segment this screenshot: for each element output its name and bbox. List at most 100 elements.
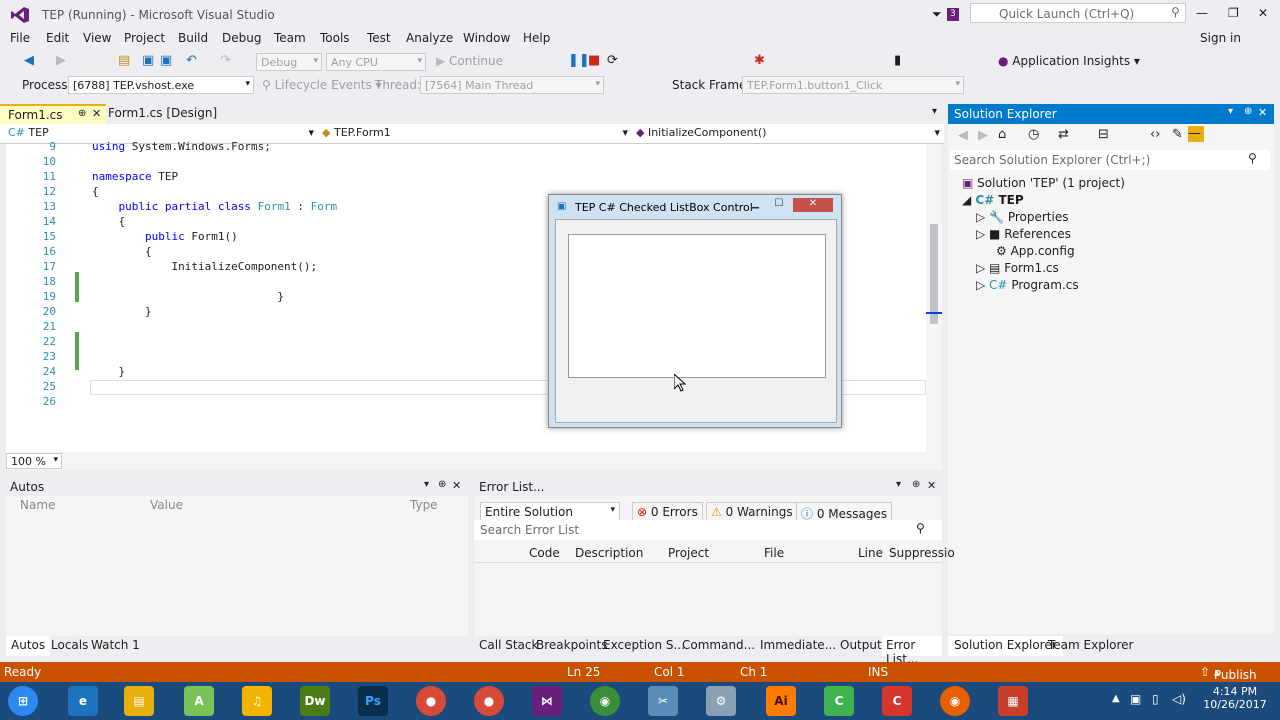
menu-file[interactable]: File [10, 31, 30, 45]
pin-icon[interactable]: ⊕ [1244, 106, 1252, 117]
close-icon[interactable]: ✕ [452, 479, 461, 492]
code-line[interactable]: InitializeComponent(); [92, 260, 317, 273]
form1-cs-node[interactable]: ▷ ▤ Form1.cs [976, 261, 1059, 275]
code-line[interactable]: { [92, 245, 152, 258]
code-line[interactable]: public partial class Form1 : Form [92, 200, 338, 213]
tab-locals[interactable]: Locals [51, 638, 88, 652]
menu-team[interactable]: Team [274, 31, 306, 45]
tray-app-icon[interactable]: ▣ [1130, 692, 1141, 706]
maximize-button[interactable]: ❐ [1228, 6, 1239, 20]
code-view-icon[interactable]: ‹› [1150, 127, 1160, 142]
publish-button[interactable]: ⇧ Publish ▴ [1200, 665, 1257, 682]
presentation-app-icon[interactable]: ▦ [998, 686, 1028, 716]
pin-icon[interactable]: ⊕ [438, 479, 446, 490]
restart-icon[interactable]: ⟳ [607, 53, 618, 68]
menu-edit[interactable]: Edit [46, 31, 69, 45]
tool-app-icon[interactable]: ✂ [648, 686, 678, 716]
properties-wrench-icon[interactable]: ✎ [1172, 127, 1183, 142]
illustrator-icon[interactable]: Ai [766, 686, 796, 716]
menu-tools[interactable]: Tools [320, 31, 350, 45]
column-name[interactable]: Name [20, 498, 55, 512]
thread-dropdown[interactable]: [7564] Main Thread ▾ [420, 76, 604, 94]
stack-frame-dropdown[interactable]: TEP.Form1.button1_Click ▾ [742, 76, 964, 94]
tab-overflow-icon[interactable]: ▾ [932, 106, 937, 117]
notification-flag-icon[interactable]: ⏷ [932, 7, 942, 22]
system-clock[interactable]: 4:14 PM 10/26/2017 [1200, 685, 1270, 711]
notification-badge[interactable]: 3 [947, 8, 959, 21]
tray-expand-icon[interactable]: ▲ [1112, 693, 1120, 704]
menu-build[interactable]: Build [178, 31, 208, 45]
settings-app-icon[interactable]: ⚙ [706, 686, 736, 716]
editor-vertical-scrollbar[interactable] [926, 144, 942, 452]
platform-dropdown[interactable]: Any CPU ▾ [326, 53, 426, 71]
code-line[interactable]: } [92, 365, 125, 378]
tab-command[interactable]: Command... [682, 638, 755, 652]
code-line[interactable]: using System.Windows.Forms; [92, 140, 271, 153]
app-config-node[interactable]: ⚙ App.config [996, 244, 1075, 258]
save-all-icon[interactable]: ▣ [160, 53, 172, 68]
column-file[interactable]: File [764, 546, 784, 560]
project-node[interactable]: ◢ C# TEP [962, 193, 1024, 207]
menu-help[interactable]: Help [523, 31, 550, 45]
tab-form1-cs[interactable]: Form1.cs ⊕ ✕ [0, 104, 106, 124]
solution-node[interactable]: ▣ Solution 'TEP' (1 project) [962, 176, 1125, 190]
warnings-filter-button[interactable]: ⚠ 0 Warnings [706, 502, 798, 522]
process-dropdown[interactable]: [6788] TEP.vshost.exe ▾ [68, 76, 254, 94]
dropdown-icon[interactable]: ▾ [896, 479, 901, 490]
visual-studio-icon[interactable]: ⋈ [532, 686, 562, 716]
column-code[interactable]: Code [529, 546, 560, 560]
dropdown-icon[interactable]: ▾ [424, 479, 429, 490]
photoshop-icon[interactable]: Ps [358, 686, 388, 716]
column-project[interactable]: Project [668, 546, 709, 560]
form-close-button[interactable]: ✕ [793, 198, 833, 212]
chrome-icon[interactable]: ● [474, 686, 504, 716]
sign-in-link[interactable]: Sign in [1200, 31, 1241, 45]
config-dropdown[interactable]: Debug ▾ [256, 53, 322, 71]
internet-explorer-icon[interactable]: e [68, 686, 98, 716]
pause-icon[interactable]: ❚❚ [568, 53, 590, 68]
pin-icon[interactable]: ⊕ [912, 479, 920, 490]
dropdown-icon[interactable]: ▾ [1228, 106, 1233, 117]
solution-search-input[interactable]: Search Solution Explorer (Ctrl+;) ⚲ [950, 150, 1270, 170]
continue-button[interactable]: ▶ Continue [436, 54, 503, 68]
firefox-icon[interactable]: ◉ [940, 686, 970, 716]
dreamweaver-icon[interactable]: Dw [300, 686, 330, 716]
close-icon[interactable]: ✕ [927, 479, 936, 492]
code-line[interactable]: } [92, 290, 284, 303]
menu-window[interactable]: Window [463, 31, 510, 45]
messages-filter-button[interactable]: ⓘ 0 Messages [796, 502, 893, 522]
column-suppression[interactable]: Suppressio [889, 546, 955, 560]
references-node[interactable]: ▷ ■ References [976, 227, 1071, 241]
camtasia-icon[interactable]: C [824, 686, 854, 716]
start-button-icon[interactable]: ⊞ [8, 686, 38, 716]
code-line[interactable]: { [92, 185, 99, 198]
column-type[interactable]: Type [410, 498, 438, 512]
menu-view[interactable]: View [83, 31, 111, 45]
volume-icon[interactable]: ◁) [1172, 692, 1186, 706]
tab-breakpoints[interactable]: Breakpoints [536, 638, 607, 652]
tab-team-explorer[interactable]: Team Explorer [1048, 638, 1134, 652]
checked-listbox[interactable] [568, 234, 826, 378]
form-minimize-button[interactable]: ▁ [743, 198, 767, 212]
running-form-window[interactable]: ▣ TEP C# Checked ListBox Control ▁ ☐ ✕ [548, 194, 842, 428]
menu-analyze[interactable]: Analyze [406, 31, 453, 45]
tab-watch1[interactable]: Watch 1 [91, 638, 140, 652]
form-maximize-button[interactable]: ☐ [767, 198, 791, 212]
error-search-input[interactable]: Search Error List ⚲ [474, 520, 942, 540]
code-line[interactable]: } [92, 305, 152, 318]
tab-immediate[interactable]: Immediate... [760, 638, 836, 652]
close-icon[interactable]: ✕ [1258, 106, 1267, 119]
tab-error-list[interactable]: Error List... [882, 636, 942, 666]
power-icon[interactable]: ▯ [1152, 692, 1159, 706]
application-insights-button[interactable]: ● Application Insights ▾ [998, 54, 1140, 68]
class-dropdown[interactable]: ◆ TEP.Form1 ▾ [322, 126, 628, 142]
menu-test[interactable]: Test [367, 31, 391, 45]
quick-launch-input[interactable]: Quick Launch (Ctrl+Q) ⚲ [970, 3, 1186, 23]
tab-solution-explorer[interactable]: Solution Explorer [948, 636, 1063, 656]
tab-form1-design[interactable]: Form1.cs [Design] [108, 106, 217, 120]
undo-icon[interactable]: ↶ [186, 53, 197, 68]
properties-node[interactable]: ▷ 🔧 Properties [976, 210, 1068, 224]
forward-icon[interactable]: ▶ [978, 128, 988, 143]
forward-icon[interactable]: ▶ [56, 53, 66, 68]
tab-output[interactable]: Output [840, 638, 882, 652]
